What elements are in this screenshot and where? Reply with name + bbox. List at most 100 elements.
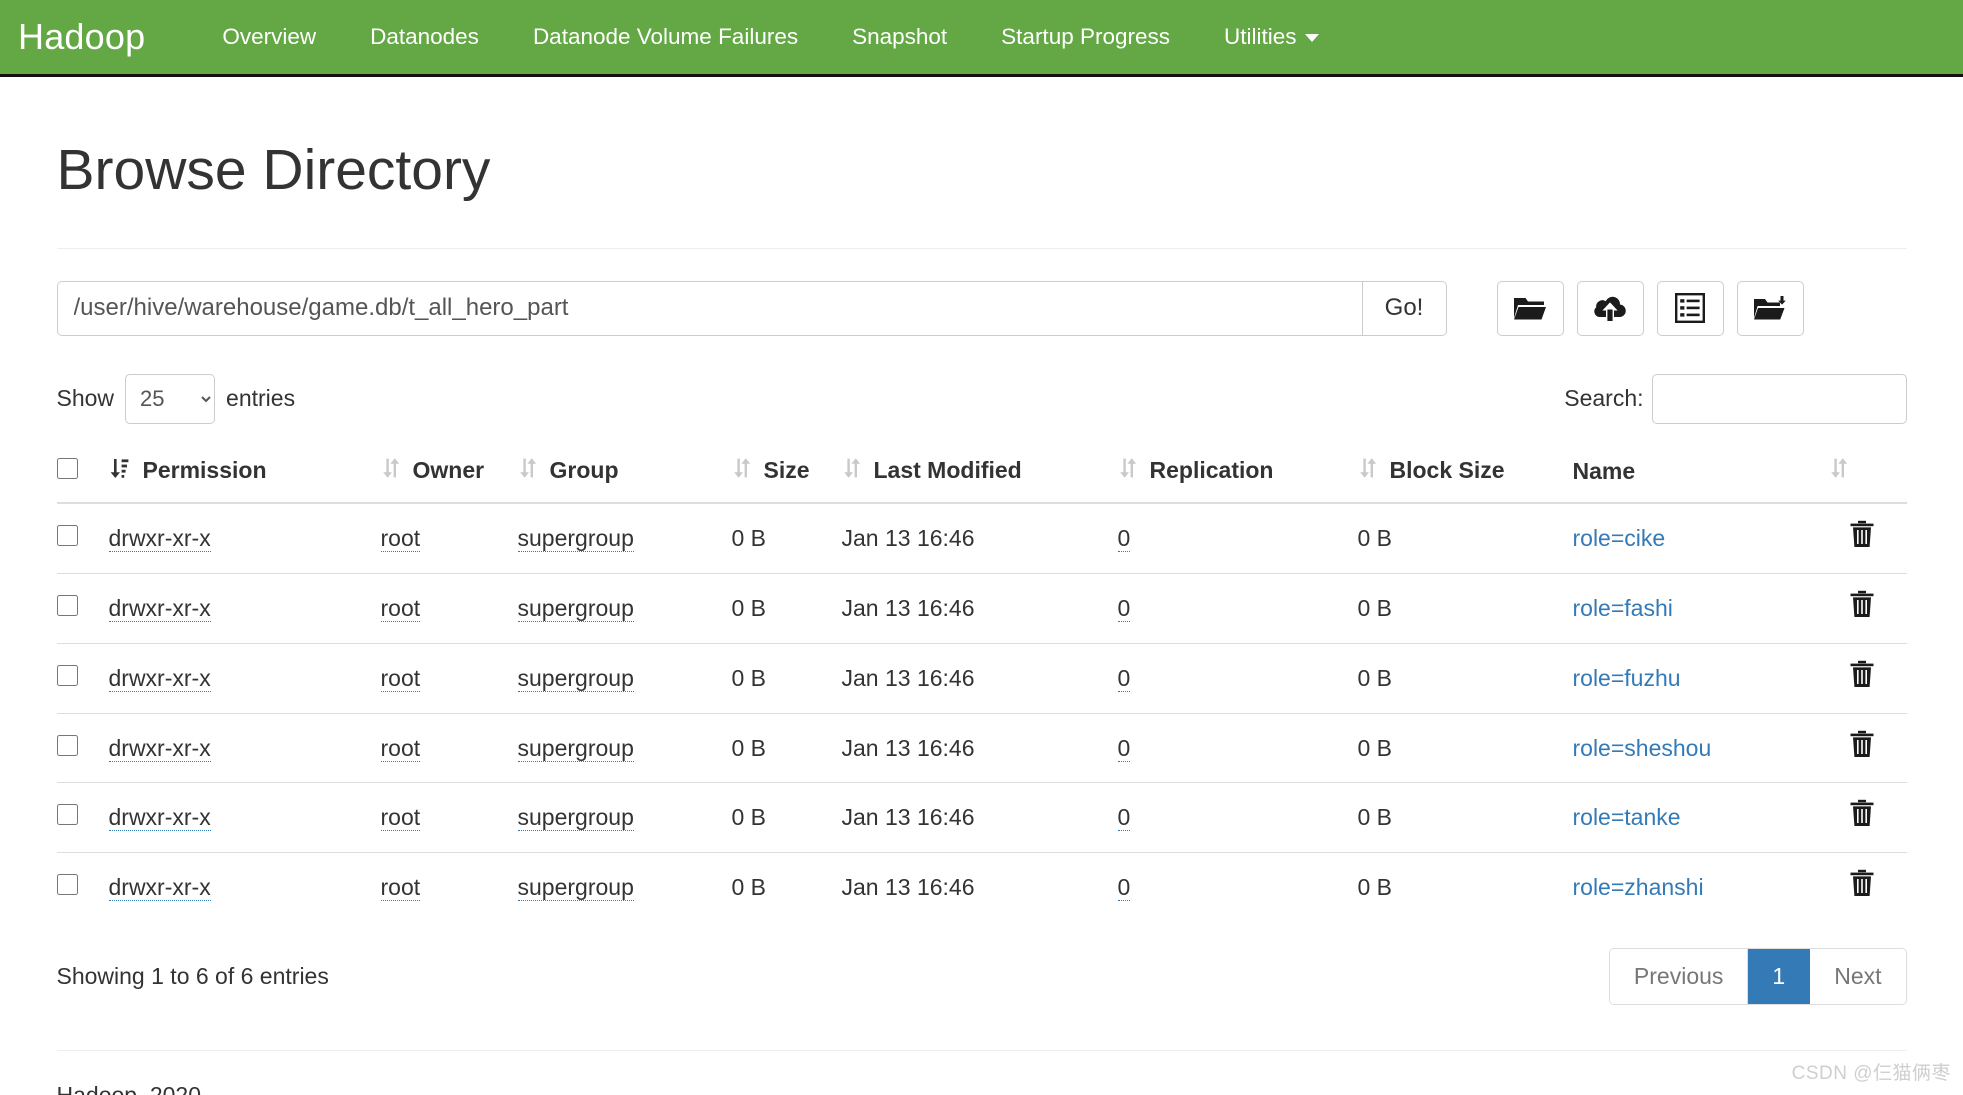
- sort-amount-desc-icon[interactable]: [109, 455, 129, 488]
- pagination-next-link[interactable]: Next: [1810, 949, 1906, 1004]
- directory-link[interactable]: role=sheshou: [1573, 735, 1712, 761]
- cell-permission: drwxr-xr-x: [108, 572, 381, 644]
- group-value[interactable]: supergroup: [517, 594, 634, 622]
- permission-value[interactable]: drwxr-xr-x: [108, 594, 211, 622]
- delete-button[interactable]: [1849, 660, 1875, 688]
- column-header-replication[interactable]: Replication: [1117, 441, 1358, 505]
- row-select-checkbox[interactable]: [56, 804, 78, 826]
- nav-link-startup-progress[interactable]: Startup Progress: [974, 25, 1197, 49]
- nav-link-datanodes[interactable]: Datanodes: [343, 25, 506, 49]
- column-header-owner[interactable]: Owner: [380, 441, 518, 505]
- nav-link-snapshot[interactable]: Snapshot: [825, 25, 974, 49]
- group-value[interactable]: supergroup: [517, 874, 634, 902]
- delete-button[interactable]: [1849, 590, 1875, 618]
- row-select-cell: [56, 642, 109, 714]
- owner-value[interactable]: root: [380, 874, 421, 902]
- pagination-page-1-link[interactable]: 1: [1748, 949, 1811, 1004]
- column-header-last-modified[interactable]: Last Modified: [841, 441, 1118, 505]
- cell-block-size: 0 B: [1357, 525, 1393, 552]
- delete-button[interactable]: [1849, 799, 1875, 827]
- go-button[interactable]: Go!: [1361, 280, 1447, 336]
- nav-link-datanode-volume-failures[interactable]: Datanode Volume Failures: [506, 25, 825, 49]
- sort-icon[interactable]: [1118, 455, 1136, 488]
- cell-name: role=tanke: [1572, 782, 1829, 853]
- column-header-name[interactable]: Name: [1572, 441, 1829, 505]
- owner-value[interactable]: root: [380, 525, 421, 553]
- list-alt-icon: [1675, 293, 1705, 324]
- pagination-previous[interactable]: Previous: [1609, 949, 1749, 1004]
- delete-button[interactable]: [1849, 520, 1875, 548]
- page-footer: Hadoop, 2020.: [56, 1049, 1907, 1095]
- sort-icon[interactable]: [518, 455, 536, 488]
- row-select-checkbox[interactable]: [56, 874, 78, 896]
- page-length-control: Show 25 50 100 entries: [57, 373, 295, 424]
- replication-value[interactable]: 0: [1117, 804, 1131, 832]
- row-select-checkbox[interactable]: [56, 594, 78, 616]
- permission-value[interactable]: drwxr-xr-x: [108, 874, 211, 902]
- directory-link[interactable]: role=fashi: [1573, 595, 1673, 621]
- group-value[interactable]: supergroup: [517, 525, 634, 553]
- permission-value[interactable]: drwxr-xr-x: [108, 804, 211, 832]
- column-header-permission[interactable]: Permission: [108, 441, 381, 505]
- cut-paste-button[interactable]: [1736, 280, 1804, 336]
- nav-link-utilities[interactable]: Utilities: [1197, 25, 1346, 49]
- page-length-select[interactable]: 25 50 100: [125, 373, 216, 424]
- row-select-checkbox[interactable]: [56, 734, 78, 756]
- column-label-replication: Replication: [1149, 456, 1274, 483]
- owner-value[interactable]: root: [380, 734, 421, 762]
- sort-icon[interactable]: [1358, 455, 1376, 488]
- column-header-size[interactable]: Size: [731, 441, 842, 505]
- create-directory-button[interactable]: [1496, 280, 1564, 336]
- nav-item-startup-progress[interactable]: Startup Progress: [974, 25, 1197, 49]
- column-header-group[interactable]: Group: [517, 441, 732, 505]
- pagination-page-1[interactable]: 1: [1748, 949, 1811, 1004]
- row-select-checkbox[interactable]: [56, 525, 78, 547]
- row-select-checkbox[interactable]: [56, 664, 78, 686]
- group-value[interactable]: supergroup: [517, 734, 634, 762]
- replication-value[interactable]: 0: [1117, 664, 1131, 692]
- sort-icon[interactable]: [1829, 455, 1847, 488]
- replication-value[interactable]: 0: [1117, 734, 1131, 762]
- owner-value[interactable]: root: [380, 664, 421, 692]
- select-all-checkbox[interactable]: [56, 458, 78, 480]
- column-label-permission: Permission: [142, 456, 267, 483]
- group-value[interactable]: supergroup: [517, 804, 634, 832]
- sort-icon[interactable]: [842, 455, 860, 488]
- sort-icon[interactable]: [381, 455, 399, 488]
- replication-value[interactable]: 0: [1117, 874, 1131, 902]
- column-header-block-size[interactable]: Block Size: [1357, 441, 1573, 505]
- folder-move-icon: [1753, 294, 1787, 322]
- group-value[interactable]: supergroup: [517, 664, 634, 692]
- pagination-next[interactable]: Next: [1810, 949, 1906, 1004]
- snapshot-list-button[interactable]: [1656, 280, 1724, 336]
- nav-item-datanodes[interactable]: Datanodes: [343, 25, 506, 49]
- sort-icon[interactable]: [732, 455, 750, 488]
- nav-item-datanode-volume-failures[interactable]: Datanode Volume Failures: [506, 25, 825, 49]
- directory-link[interactable]: role=cike: [1573, 525, 1666, 551]
- owner-value[interactable]: root: [380, 804, 421, 832]
- permission-value[interactable]: drwxr-xr-x: [108, 525, 211, 553]
- nav-item-utilities[interactable]: Utilities: [1197, 25, 1346, 49]
- cell-permission: drwxr-xr-x: [108, 782, 381, 853]
- cell-name: role=zhanshi: [1572, 852, 1829, 923]
- replication-value[interactable]: 0: [1117, 594, 1131, 622]
- pagination-previous-link[interactable]: Previous: [1609, 949, 1749, 1004]
- delete-button[interactable]: [1849, 730, 1875, 758]
- permission-value[interactable]: drwxr-xr-x: [108, 664, 211, 692]
- primary-nav: Overview Datanodes Datanode Volume Failu…: [195, 25, 1346, 49]
- delete-button[interactable]: [1849, 869, 1875, 897]
- permission-value[interactable]: drwxr-xr-x: [108, 734, 211, 762]
- directory-link[interactable]: role=fuzhu: [1573, 665, 1681, 691]
- nav-item-snapshot[interactable]: Snapshot: [825, 25, 974, 49]
- upload-file-button[interactable]: [1576, 280, 1644, 336]
- directory-path-input[interactable]: [56, 280, 1362, 336]
- cell-replication: 0: [1117, 572, 1358, 644]
- nav-item-overview[interactable]: Overview: [195, 25, 343, 49]
- owner-value[interactable]: root: [380, 594, 421, 622]
- directory-link[interactable]: role=zhanshi: [1573, 874, 1704, 900]
- nav-link-overview[interactable]: Overview: [195, 25, 343, 49]
- replication-value[interactable]: 0: [1117, 525, 1131, 553]
- brand-hadoop[interactable]: Hadoop: [18, 19, 175, 55]
- search-input[interactable]: [1651, 373, 1907, 424]
- directory-link[interactable]: role=tanke: [1573, 804, 1681, 830]
